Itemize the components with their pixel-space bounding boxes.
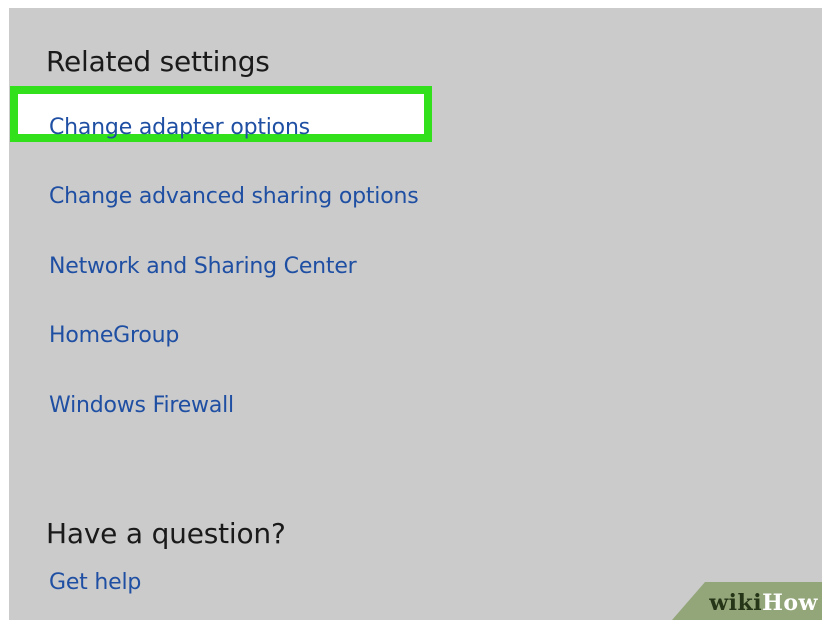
have-a-question-heading: Have a question?	[46, 517, 286, 550]
watermark-wiki-text: wiki	[709, 590, 763, 616]
related-settings-heading: Related settings	[46, 45, 270, 78]
change-advanced-sharing-options-link[interactable]: Change advanced sharing options	[49, 183, 419, 211]
network-and-sharing-center-link[interactable]: Network and Sharing Center	[49, 253, 357, 281]
settings-panel: Related settings Change adapter options …	[9, 8, 822, 620]
wikihow-watermark: wikiHow	[672, 582, 822, 620]
homegroup-link[interactable]: HomeGroup	[49, 322, 179, 350]
get-help-link[interactable]: Get help	[49, 569, 141, 597]
watermark-how-text: How	[762, 590, 818, 616]
windows-firewall-link[interactable]: Windows Firewall	[49, 392, 234, 420]
change-adapter-options-link[interactable]: Change adapter options	[49, 114, 310, 142]
watermark-logo: wikiHow	[709, 590, 818, 616]
